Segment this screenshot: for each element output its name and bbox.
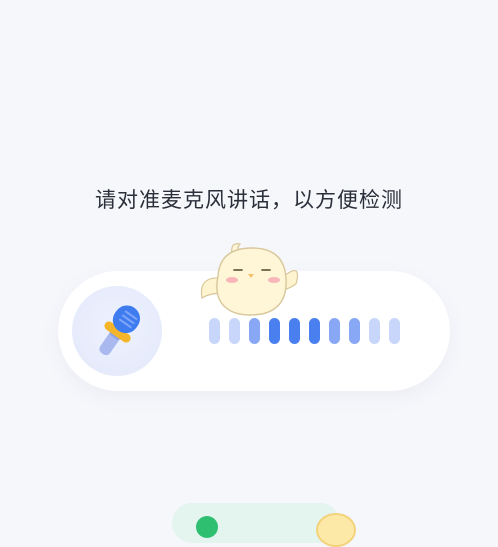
level-bar — [349, 318, 360, 344]
level-bar — [329, 318, 340, 344]
level-bar — [369, 318, 380, 344]
mic-icon-circle — [72, 286, 162, 376]
level-bar — [309, 318, 320, 344]
level-bar — [389, 318, 400, 344]
status-dot-icon — [196, 516, 218, 538]
mascot-peek-icon — [316, 513, 356, 547]
instruction-text: 请对准麦克风讲话，以方便检测 — [95, 188, 403, 212]
chick-mascot-icon — [200, 243, 299, 316]
mic-test-screen: 请对准麦克风讲话，以方便检测 — [0, 0, 498, 547]
microphone-icon — [99, 305, 140, 356]
